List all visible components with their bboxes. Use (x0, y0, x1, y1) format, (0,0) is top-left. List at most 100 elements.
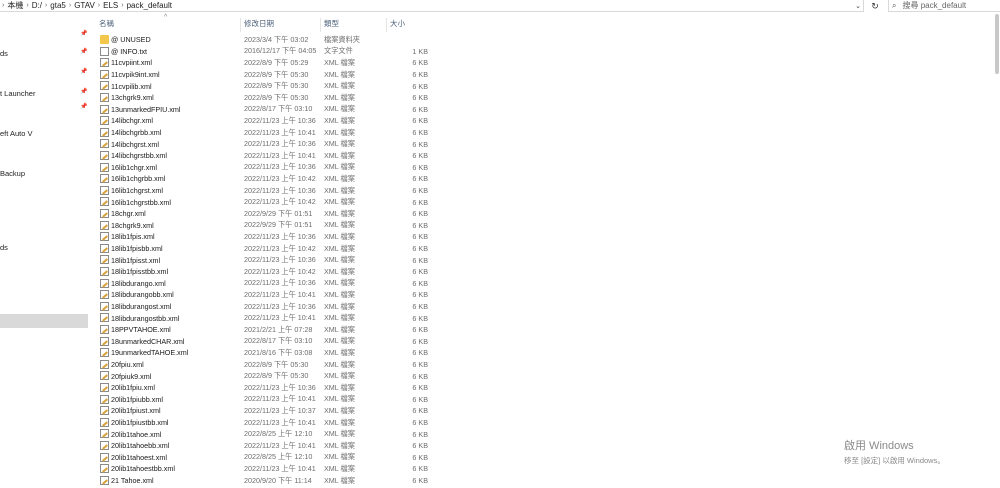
file-type: XML 檔案 (324, 173, 355, 183)
file-row[interactable]: @ INFO.txt 2016/12/17 下午 04:05 文字文件 1 KB (96, 46, 436, 58)
file-row[interactable]: 16lib1chgr.xml 2022/11/23 上午 10:36 XML 檔案 6… (96, 162, 436, 174)
file-row[interactable]: @ UNUSED 2023/3/4 下午 03:02 檔案資料夾 (96, 34, 436, 46)
file-name: 18lib1fpis.xml (111, 232, 155, 242)
file-row[interactable]: 19unmarkedTAHOE.xml 2021/8/16 下午 03:08 XML… (96, 347, 436, 359)
file-row[interactable]: 16lib1chgrst.xml 2022/11/23 上午 10:36 XML 檔… (96, 185, 436, 197)
xml-file-icon (100, 394, 109, 404)
file-size: 6 KB (412, 394, 428, 404)
file-row[interactable]: 18libdurango.xml 2022/11/23 上午 10:36 XML 檔… (96, 278, 436, 290)
file-row[interactable]: 20lib1tahoestbb.xml 2022/11/23 上午 10:41 XM… (96, 463, 436, 475)
file-row[interactable]: 20lib1tahoe.xml 2022/8/25 上午 12:10 XML 檔案 6… (96, 428, 436, 440)
xml-file-icon (100, 139, 109, 149)
file-name: 18unmarkedCHAR.xml (111, 336, 185, 346)
xml-file-icon (100, 93, 109, 102)
file-row[interactable]: 20fpiuk9.xml 2022/8/9 下午 05:30 XML 檔案 6 KB (96, 370, 436, 382)
nav-item[interactable]: 📌 (0, 66, 88, 80)
xml-file-icon (100, 348, 109, 358)
file-name: 14libchgrbb.xml (111, 128, 162, 138)
file-row[interactable]: 20lib1fpiust.xml 2022/11/23 上午 10:37 XML 檔… (96, 405, 436, 417)
file-row[interactable]: 21 Tahoe.xml 2020/9/20 下午 11:14 XML 檔案 6 KB (96, 475, 436, 487)
file-row[interactable]: 18PPVTAHOE.xml 2021/2/21 上午 07:28 XML 檔案 6 … (96, 324, 436, 336)
file-row[interactable]: 20lib1tahoest.xml 2022/8/25 上午 12:10 XML 檔… (96, 452, 436, 464)
file-row[interactable]: 13unmarkedFPIU.xml 2022/8/17 下午 03:10 XML … (96, 104, 436, 116)
file-row[interactable]: 13chgrk9.xml 2022/8/9 下午 05:30 XML 檔案 6 KB (96, 92, 436, 104)
file-row[interactable]: 14libchgrst.xml 2022/11/23 上午 10:36 XML 檔案… (96, 138, 436, 150)
file-date: 2022/8/9 下午 05:30 (244, 371, 309, 381)
nav-item[interactable] (0, 146, 88, 160)
file-name: 11cvpiint.xml (111, 58, 153, 68)
file-row[interactable]: 18libdurangobb.xml 2022/11/23 上午 10:41 XML… (96, 289, 436, 301)
file-row[interactable]: 18lib1fpisbb.xml 2022/11/23 上午 10:42 XML 檔… (96, 243, 436, 255)
xml-file-icon (100, 429, 109, 439)
file-row[interactable]: 20lib1fpiustbb.xml 2022/11/23 上午 10:41 XML… (96, 417, 436, 429)
file-row[interactable]: 14libchgr.xml 2022/11/23 上午 10:36 XML 檔案 6 … (96, 115, 436, 127)
file-size: 6 KB (412, 452, 428, 462)
refresh-icon[interactable]: ↻ (868, 0, 882, 12)
breadcrumb-separator[interactable]: › (98, 2, 100, 9)
file-date: 2022/11/23 上午 10:36 (244, 231, 316, 241)
file-row[interactable]: 16lib1chgrstbb.xml 2022/11/23 上午 10:42 XML… (96, 196, 436, 208)
file-size: 6 KB (412, 464, 428, 474)
column-header-size[interactable]: 大小 (387, 18, 433, 32)
file-size: 6 KB (412, 174, 428, 184)
column-header-type[interactable]: 類型 (321, 18, 387, 32)
chevron-down-icon[interactable]: ⌄ (852, 0, 864, 12)
file-row[interactable]: 18chgrk9.xml 2022/9/29 下午 01:51 XML 檔案 6 KB (96, 220, 436, 232)
file-date: 2022/11/23 上午 10:41 (244, 150, 316, 160)
file-row[interactable]: 18lib1fpis.xml 2022/11/23 上午 10:36 XML 檔案 6… (96, 231, 436, 243)
file-row[interactable]: 16lib1chgrbb.xml 2022/11/23 上午 10:42 XML 檔… (96, 173, 436, 185)
nav-item[interactable]: 📌 (0, 101, 88, 115)
file-row[interactable]: 14libchgrbb.xml 2022/11/23 上午 10:41 XML 檔案… (96, 127, 436, 139)
file-date: 2022/11/23 上午 10:36 (244, 139, 316, 149)
address-bar[interactable]: › 本機 › D:/› gta5 › GTAV › ELS › pack_default (0, 0, 864, 12)
file-name: 20lib1fpiu.xml (111, 383, 155, 393)
breadcrumb-segment[interactable]: gta5 (50, 1, 66, 10)
breadcrumb-segment[interactable]: ELS (103, 1, 118, 10)
breadcrumb-segment[interactable]: GTAV (74, 1, 95, 10)
file-type: XML 檔案 (324, 104, 355, 114)
file-row[interactable]: 18unmarkedCHAR.xml 2022/8/17 下午 03:10 XML … (96, 336, 436, 348)
file-row[interactable]: 20fpiu.xml 2022/8/9 下午 05:30 XML 檔案 6 KB (96, 359, 436, 371)
nav-item[interactable]: t Launcher 📌 (0, 86, 88, 100)
breadcrumb-separator[interactable]: › (45, 2, 47, 9)
nav-item[interactable]: 📌 (0, 28, 88, 42)
file-row[interactable]: 18lib1fpisstbb.xml 2022/11/23 上午 10:42 XML… (96, 266, 436, 278)
file-row[interactable]: 11cvpik9int.xml 2022/8/9 下午 05:30 XML 檔案 6 … (96, 69, 436, 81)
column-header-name[interactable]: 名稱 (96, 18, 241, 32)
nav-item[interactable]: eft Auto V (0, 126, 88, 140)
file-row[interactable]: 18chgr.xml 2022/9/29 下午 01:51 XML 檔案 6 KB (96, 208, 436, 220)
nav-item[interactable]: ds (0, 240, 88, 254)
file-row[interactable]: 18libdurangostbb.xml 2022/11/23 上午 10:41 X… (96, 312, 436, 324)
nav-item[interactable]: ds 📌 (0, 46, 88, 60)
file-row[interactable]: 11cvpiint.xml 2022/8/9 下午 05:29 XML 檔案 6 KB (96, 57, 436, 69)
xml-file-icon (100, 406, 109, 416)
file-row[interactable]: 20lib1tahoebb.xml 2022/11/23 上午 10:41 XML … (96, 440, 436, 452)
file-type: XML 檔案 (324, 347, 355, 357)
breadcrumb-segment[interactable]: pack_default (127, 1, 172, 10)
vertical-scrollbar[interactable] (995, 14, 999, 74)
file-date: 2022/11/23 上午 10:36 (244, 301, 316, 311)
nav-item[interactable] (0, 314, 88, 328)
file-row[interactable]: 18lib1fpisst.xml 2022/11/23 上午 10:36 XML 檔… (96, 254, 436, 266)
file-size: 6 KB (412, 360, 428, 370)
file-row[interactable]: 11cvpilib.xml 2022/8/9 下午 05:30 XML 檔案 6 KB (96, 80, 436, 92)
file-row[interactable]: 18libdurangost.xml 2022/11/23 上午 10:36 XML… (96, 301, 436, 313)
nav-item[interactable]: Backup (0, 166, 88, 180)
file-name: 20fpiuk9.xml (111, 371, 152, 381)
search-input[interactable]: ⌕ 搜尋 pack_default (888, 0, 1000, 12)
breadcrumb-separator[interactable]: › (26, 2, 28, 9)
file-type: XML 檔案 (324, 57, 355, 67)
breadcrumb-segment[interactable]: 本機 (7, 0, 23, 11)
file-row[interactable]: 20lib1fpiu.xml 2022/11/23 上午 10:36 XML 檔案 6… (96, 382, 436, 394)
breadcrumb-separator[interactable]: › (121, 2, 123, 9)
breadcrumb-segment[interactable]: D:/ (32, 1, 42, 10)
file-row[interactable]: 20lib1fpiubb.xml 2022/11/23 上午 10:41 XML 檔… (96, 394, 436, 406)
watermark-subtitle: 移至 [設定] 以啟用 Windows。 (844, 456, 945, 465)
nav-item-label: ds (0, 48, 8, 58)
file-row[interactable]: 14libchgrstbb.xml 2022/11/23 上午 10:41 XML … (96, 150, 436, 162)
breadcrumb-separator[interactable]: › (69, 2, 71, 9)
breadcrumb-separator[interactable]: › (2, 2, 4, 9)
file-name: 18lib1fpisbb.xml (111, 244, 163, 254)
file-size: 6 KB (412, 139, 428, 149)
column-header-date[interactable]: 修改日期 (241, 18, 321, 32)
